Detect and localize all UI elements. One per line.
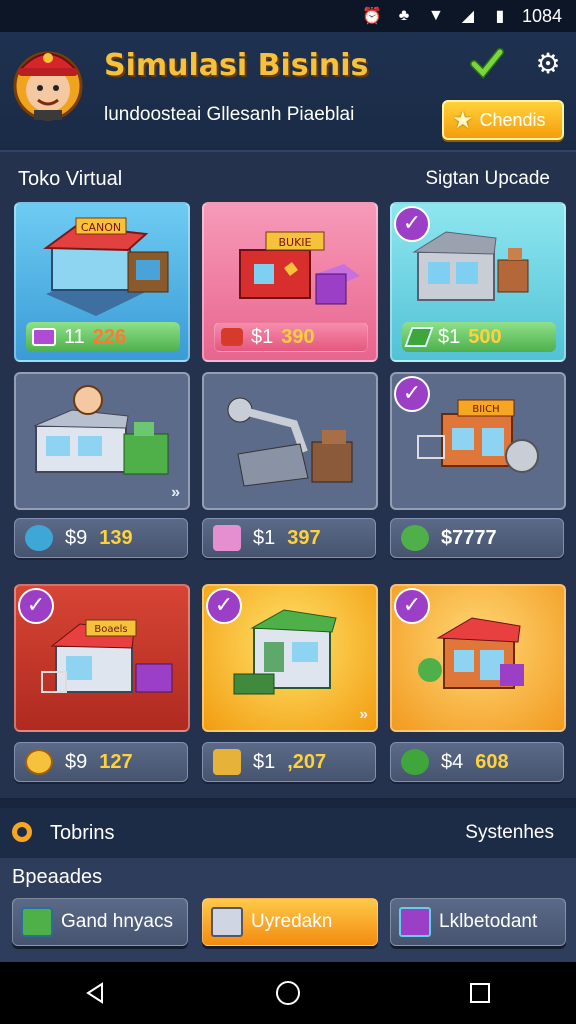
- upgrade-link[interactable]: Sigtan Upcade: [425, 168, 550, 190]
- status-bar: ⏰ ♣ ▼ ◢ ▮ 1084: [0, 0, 576, 32]
- price-button[interactable]: $9 127: [14, 742, 188, 782]
- store-card[interactable]: BUKIE $1 390: [202, 202, 378, 362]
- storefront-illustration: [233, 609, 337, 695]
- price-currency: $1: [253, 526, 276, 549]
- leaf-icon: [25, 525, 53, 551]
- target-icon: [12, 822, 32, 842]
- store-card[interactable]: ✓: [390, 584, 566, 732]
- store-card[interactable]: ✓ »: [202, 584, 378, 732]
- coins-icon: [213, 749, 241, 775]
- shop-sign: BUKIE: [278, 236, 311, 249]
- alarm-icon: ⏰: [361, 8, 382, 25]
- price-pill: $1 500: [402, 322, 556, 352]
- leaf-icon: [404, 327, 434, 347]
- tab-right[interactable]: Systenhes: [465, 822, 554, 844]
- store-card[interactable]: [202, 372, 378, 510]
- coin-icon: [25, 749, 53, 775]
- game-header: Simulasi Bisinis lundoosteai Gllesanh Pi…: [0, 32, 576, 148]
- book-icon: [32, 328, 56, 346]
- action-button-label: Uyredakn: [251, 911, 333, 932]
- game-title: Simulasi Bisinis: [104, 48, 369, 83]
- price-amount: 397: [287, 526, 321, 549]
- price-currency: $9: [65, 750, 88, 773]
- signal-icon: ◢: [461, 8, 475, 25]
- premium-label: Chendis: [479, 109, 546, 130]
- battery-icon: ▮: [495, 8, 505, 25]
- chevron-right-icon: »: [171, 484, 180, 501]
- gear-icon[interactable]: ⚙: [532, 48, 564, 80]
- action-button-label: Lklbetodant: [439, 911, 538, 932]
- price-pill: 11 226: [26, 322, 180, 352]
- price-amount: 226: [92, 325, 127, 348]
- leaf-icon: [401, 525, 429, 551]
- price-currency: $7777: [441, 526, 497, 549]
- shop-sign: CANON: [81, 221, 121, 234]
- action-button-2[interactable]: Uyredakn: [202, 898, 378, 946]
- store-card[interactable]: ✓ Boaels: [14, 584, 190, 732]
- price-button[interactable]: $7777: [390, 518, 564, 558]
- shop-sign: BIICH: [472, 404, 499, 415]
- star-icon: ★: [452, 106, 474, 134]
- premium-button[interactable]: ★ Chendis: [442, 100, 564, 140]
- price-button[interactable]: $9 139: [14, 518, 188, 558]
- store-card[interactable]: »: [14, 372, 190, 510]
- wifi-icon: ▼: [428, 7, 444, 24]
- map-icon: [21, 907, 53, 937]
- price-amount: 500: [468, 325, 502, 348]
- home-icon[interactable]: [268, 973, 308, 1013]
- price-button[interactable]: $4 608: [390, 742, 564, 782]
- clover-icon: ♣: [398, 7, 410, 24]
- store-card[interactable]: ✓ $1 500: [390, 202, 566, 362]
- price-button[interactable]: $1 397: [202, 518, 376, 558]
- store-card[interactable]: ✓ BIICH: [390, 372, 566, 510]
- section-title: Toko Virtual: [18, 168, 123, 190]
- storefront-illustration: [418, 617, 524, 689]
- building-icon: [211, 907, 243, 937]
- system-nav-bar: [0, 962, 576, 1024]
- check-icon[interactable]: [470, 46, 504, 80]
- price-amount: 127: [99, 750, 133, 773]
- status-time: 1084: [521, 5, 562, 26]
- storefront-illustration: Boaels: [41, 619, 173, 693]
- storefront-illustration: [227, 397, 353, 487]
- game-subtitle: lundoosteai Gllesanh Piaeblai: [104, 104, 355, 125]
- tab-left[interactable]: Tobrins: [50, 822, 114, 845]
- storefront-illustration: BIICH: [417, 399, 539, 473]
- chevron-right-icon: »: [359, 706, 368, 723]
- shopping-bag-icon: [213, 525, 241, 551]
- action-button-3[interactable]: Lklbetodant: [390, 898, 566, 946]
- back-icon[interactable]: [76, 973, 116, 1013]
- storefront-illustration: [33, 385, 169, 475]
- price-amount: 139: [99, 526, 133, 549]
- player-avatar[interactable]: [12, 38, 84, 122]
- action-panel: Bpeaades Gand hnyacs Uyredakn Lklbetodan…: [0, 858, 576, 962]
- price-currency: $1: [438, 325, 461, 348]
- footer-tabs: Tobrins Systenhes: [0, 808, 576, 858]
- price-amount: 390: [281, 325, 315, 348]
- price-currency: $1: [253, 750, 276, 773]
- action-button-1[interactable]: Gand hnyacs: [12, 898, 188, 946]
- price-currency: 11: [64, 325, 85, 348]
- price-pill: $1 390: [214, 322, 368, 352]
- price-button[interactable]: $1 ,207: [202, 742, 376, 782]
- price-currency: $9: [65, 526, 88, 549]
- price-currency: $4: [441, 750, 464, 773]
- coins-icon: [221, 328, 243, 346]
- action-panel-title: Bpeaades: [12, 866, 103, 888]
- book-icon: [399, 907, 431, 937]
- action-button-label: Gand hnyacs: [61, 911, 173, 932]
- store-card[interactable]: CANON 11 226: [14, 202, 190, 362]
- shop-sign: Boaels: [94, 624, 127, 635]
- price-currency: $1: [251, 325, 274, 348]
- recents-icon[interactable]: [460, 973, 500, 1013]
- cash-icon: [401, 749, 429, 775]
- app-screen: ⏰ ♣ ▼ ◢ ▮ 1084 Simulasi Bisinis lundoost…: [0, 0, 576, 1024]
- price-amount: ,207: [287, 750, 327, 773]
- price-amount: 608: [475, 750, 509, 773]
